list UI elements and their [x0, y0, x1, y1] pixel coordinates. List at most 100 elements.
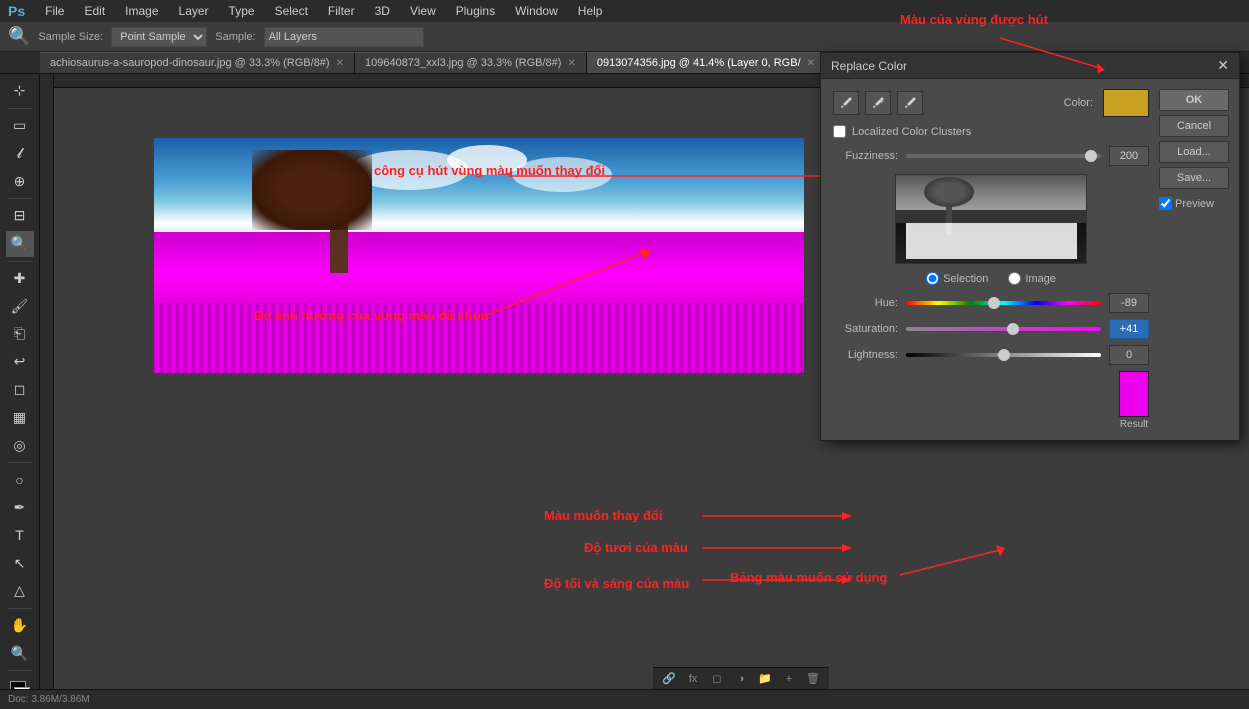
result-swatch [1119, 371, 1149, 417]
hue-track[interactable] [906, 301, 1101, 305]
bottom-icons-bar: 🔗 fx ◻ ◑ 📁 + 🗑 [653, 667, 829, 689]
annotation-do-toi-sang: Độ tối và sáng của màu [544, 576, 689, 591]
preview-checkbox[interactable] [1159, 197, 1172, 210]
localized-clusters-row: Localized Color Clusters [833, 125, 1149, 138]
menu-window[interactable]: Window [511, 2, 562, 20]
eyedropper-row: + - Color: [833, 89, 1149, 117]
clone-tool[interactable]: ⎗ [6, 321, 34, 347]
fx-icon[interactable]: fx [683, 670, 703, 688]
hand-tool[interactable]: ✋ [6, 613, 34, 639]
lightness-value[interactable] [1109, 345, 1149, 365]
adjustment-icon[interactable]: ◑ [731, 670, 751, 688]
tab-1-close[interactable]: ✕ [567, 58, 575, 69]
menu-edit[interactable]: Edit [80, 2, 109, 20]
shape-tool[interactable]: △ [6, 578, 34, 604]
gradient-tool[interactable]: ▦ [6, 404, 34, 430]
zoom-tool[interactable]: 🔍 [6, 640, 34, 666]
healing-tool[interactable]: ✚ [6, 266, 34, 292]
tab-1[interactable]: 109640873_xxl3.jpg @ 33.3% (RGB/8#) ✕ [355, 52, 587, 73]
load-button[interactable]: Load... [1159, 141, 1229, 163]
menu-3d[interactable]: 3D [371, 2, 394, 20]
replace-color-dialog: Replace Color ✕ + - Color: Localized Col… [820, 52, 1240, 441]
radio-selection[interactable]: Selection [926, 272, 988, 285]
color-swatch[interactable] [1103, 89, 1149, 117]
saturation-thumb[interactable] [1007, 323, 1019, 335]
delete-layer-icon[interactable]: 🗑 [803, 670, 823, 688]
menu-filter[interactable]: Filter [324, 2, 359, 20]
hue-label: Hue: [833, 297, 898, 309]
svg-text:-: - [911, 97, 914, 106]
menu-type[interactable]: Type [225, 2, 259, 20]
hue-thumb[interactable] [988, 297, 1000, 309]
radio-selection-input[interactable] [926, 272, 939, 285]
link-icon[interactable]: 🔗 [659, 670, 679, 688]
preview-image [895, 174, 1087, 264]
tab-0-label: achiosaurus-a-sauropod-dinosaur.jpg @ 33… [50, 57, 330, 69]
tab-0-close[interactable]: ✕ [336, 58, 344, 69]
eyedropper-plus-btn[interactable]: + [865, 91, 891, 115]
menu-plugins[interactable]: Plugins [452, 2, 499, 20]
saturation-label: Saturation: [833, 323, 898, 335]
dodge-tool[interactable]: ○ [6, 467, 34, 493]
ruler-vertical [40, 74, 54, 709]
image-placeholder [154, 138, 804, 373]
menu-view[interactable]: View [406, 2, 440, 20]
app-logo: Ps [8, 3, 25, 19]
eraser-tool[interactable]: ◻ [6, 377, 34, 403]
eyedropper-normal-btn[interactable] [833, 91, 859, 115]
annotation-do-tuoi: Độ tươi của màu [584, 540, 688, 555]
menu-image[interactable]: Image [121, 2, 162, 20]
menu-file[interactable]: File [41, 2, 68, 20]
tab-2[interactable]: 0913074356.jpg @ 41.4% (Layer 0, RGB/ ✕ [587, 52, 826, 73]
blur-tool[interactable]: ◎ [6, 432, 34, 458]
quick-select-tool[interactable]: ⊕ [6, 168, 34, 194]
text-tool[interactable]: T [6, 522, 34, 548]
tab-2-label: 0913074356.jpg @ 41.4% (Layer 0, RGB/ [597, 57, 801, 69]
menu-layer[interactable]: Layer [175, 2, 213, 20]
sample-input[interactable] [264, 27, 424, 47]
lightness-thumb[interactable] [998, 349, 1010, 361]
eyedropper-tool[interactable]: 🔍 [6, 231, 34, 257]
path-select-tool[interactable]: ↖ [6, 550, 34, 576]
crop-tool[interactable]: ⊟ [6, 203, 34, 229]
lightness-track[interactable] [906, 353, 1101, 357]
history-brush-tool[interactable]: ↩ [6, 349, 34, 375]
mask-icon[interactable]: ◻ [707, 670, 727, 688]
tab-0[interactable]: achiosaurus-a-sauropod-dinosaur.jpg @ 33… [40, 52, 355, 73]
lightness-row: Lightness: [833, 345, 1149, 365]
localized-clusters-checkbox[interactable] [833, 125, 846, 138]
saturation-value[interactable] [1109, 319, 1149, 339]
dialog-right-buttons: OK Cancel Load... Save... Preview [1159, 89, 1229, 210]
menu-select[interactable]: Select [271, 2, 312, 20]
group-icon[interactable]: 📁 [755, 670, 775, 688]
dialog-close-button[interactable]: ✕ [1217, 57, 1229, 74]
ok-button[interactable]: OK [1159, 89, 1229, 111]
fuzziness-thumb[interactable] [1085, 150, 1097, 162]
result-container: Result [1119, 371, 1149, 430]
result-label: Result [1120, 419, 1148, 430]
menu-help[interactable]: Help [574, 2, 607, 20]
pen-tool[interactable]: ✒ [6, 495, 34, 521]
eyedropper-minus-btn[interactable]: - [897, 91, 923, 115]
sample-label: Sample: [215, 31, 255, 43]
tab-2-close[interactable]: ✕ [807, 58, 815, 69]
radio-image-input[interactable] [1008, 272, 1021, 285]
brush-tool[interactable]: 🖌 [6, 293, 34, 319]
sample-size-select[interactable]: Point Sample [111, 27, 207, 47]
save-button[interactable]: Save... [1159, 167, 1229, 189]
saturation-track[interactable] [906, 327, 1101, 331]
dialog-title: Replace Color [831, 59, 907, 73]
move-tool[interactable]: ⊹ [6, 78, 34, 104]
new-layer-icon[interactable]: + [779, 670, 799, 688]
svg-text:+: + [879, 97, 884, 106]
fuzziness-track[interactable] [906, 154, 1101, 158]
fuzziness-value[interactable] [1109, 146, 1149, 166]
hue-value[interactable] [1109, 293, 1149, 313]
options-bar: 🔍 Sample Size: Point Sample Sample: [0, 22, 1249, 52]
radio-row: Selection Image [833, 272, 1149, 285]
lasso-tool[interactable]: 𝓵 [6, 141, 34, 167]
annotation-mau-muon: Màu muốn thay đổi [544, 508, 662, 523]
radio-image[interactable]: Image [1008, 272, 1056, 285]
cancel-button[interactable]: Cancel [1159, 115, 1229, 137]
marquee-tool[interactable]: ▭ [6, 113, 34, 139]
